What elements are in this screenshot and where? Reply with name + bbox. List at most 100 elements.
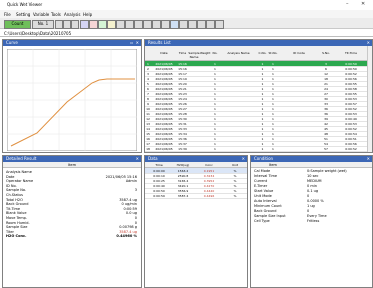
table-row[interactable]: 0:00:59 3587.4 0.4496% [145, 193, 247, 199]
condition-value: Fritless [307, 219, 320, 223]
count-button[interactable]: Count [4, 20, 31, 29]
condition-label: Unit Mode [254, 194, 272, 198]
graph-icon[interactable] [98, 20, 107, 29]
detail-value: 0 ug/min [121, 202, 137, 207]
condition-pane: Condition ✕ Item Cal Mode 0:Sample weight… [250, 155, 373, 288]
condition-value: 0.1 ug [307, 189, 319, 193]
export-icon[interactable] [134, 20, 143, 29]
condition-value: Every Time [307, 214, 327, 218]
results-column-header[interactable]: ID Code [278, 51, 320, 55]
detail-value: 0 [134, 216, 137, 220]
results-column-header[interactable]: Sample Name [188, 51, 200, 59]
condition-value: MEDIUM [307, 179, 322, 183]
results-column-header[interactable]: Tit.Time [332, 51, 370, 55]
maximize-icon[interactable]: ▫ [130, 40, 133, 46]
table-cell: 1 [261, 147, 264, 151]
detail-value: 0.44960 % [116, 234, 137, 239]
edit-icon[interactable] [80, 20, 89, 29]
condition-pane-title: Condition [254, 156, 274, 161]
data-column-header[interactable]: Time [147, 163, 171, 167]
settings-icon[interactable] [179, 20, 188, 29]
arrow-left-icon[interactable] [55, 20, 63, 29]
toolbar: Count No. 1 [0, 18, 373, 29]
menu-tools[interactable]: Tools [51, 12, 61, 17]
help-icon[interactable] [215, 20, 224, 29]
open-icon[interactable] [125, 20, 134, 29]
path-bar: C:\Users\Desktop\Data\20210705 [0, 29, 373, 37]
sample-number-field[interactable]: No. 1 [32, 20, 54, 29]
results-column-header[interactable]: Date [151, 51, 177, 55]
minimize-icon[interactable]: – [346, 1, 349, 7]
detailed-body: Analysis Name Date 2021/06/05 15:16 Operato… [3, 169, 141, 287]
menu-bar: File Setting Variable Tools Analysis Hel… [0, 10, 373, 18]
results-column-header[interactable]: Time [177, 51, 188, 55]
import-icon[interactable] [143, 20, 152, 29]
refresh-icon[interactable] [71, 20, 79, 29]
results-column-header[interactable]: Analysis Name [220, 51, 257, 55]
detail-label: Room Humid. [6, 220, 30, 225]
condition-value: 1 ug [307, 204, 315, 208]
data-column-header[interactable]: Conc [197, 163, 221, 167]
detail-value: Admin [125, 179, 137, 184]
condition-label: Interval Time [254, 174, 278, 178]
delete-icon[interactable] [89, 20, 98, 29]
detail-value: 0.00798 g [119, 225, 137, 230]
menu-file[interactable]: File [4, 12, 11, 17]
arrow-right-icon[interactable] [63, 20, 71, 29]
results-pane-title: Results List [148, 40, 171, 45]
curve-pane-title: Curve [6, 40, 18, 45]
detail-label: Date [6, 174, 15, 179]
search-icon[interactable] [161, 20, 170, 29]
chart-icon[interactable] [170, 20, 179, 29]
data-pane: Data ✕ Time H2O(ug) Conc Unit 0:00:00 1563.2… [144, 155, 248, 288]
results-pane: Results List ✕ Date Time Sample Name Weight… [144, 39, 373, 153]
results-column-header[interactable]: S.No. [320, 51, 332, 55]
menu-analysis[interactable]: Analysis [64, 12, 80, 17]
condition-label: Cal Mode [254, 169, 271, 173]
condition-value: 0 [307, 209, 310, 213]
results-column-header[interactable]: C.No. [257, 51, 268, 55]
save-icon[interactable] [116, 20, 125, 29]
detailed-pane-title: Detailed Result [6, 156, 37, 161]
menu-variable[interactable]: Variable [33, 12, 49, 17]
detail-value: 0 [134, 220, 137, 225]
data-column-header[interactable]: H2O(ug) [171, 163, 195, 167]
table-row[interactable]: 18 2021/06/05 15:39 1 1 1 57 0:00:52 [145, 146, 368, 152]
close-icon[interactable]: ✕ [361, 1, 365, 7]
detail-label: Sample Size [6, 225, 28, 230]
results-column-header[interactable]: Weight [200, 51, 210, 55]
results-scrollbar[interactable] [367, 46, 372, 152]
condition-value: 0.0000 % [307, 199, 324, 203]
results-column-header[interactable]: No. [210, 51, 220, 55]
data-body: 0:00:00 1563.2 0.1951% 0:00:10 2590.8 0.3234%… [145, 168, 247, 287]
condition-value: 0 [307, 194, 310, 198]
zoom-icon[interactable] [206, 20, 215, 29]
condition-label: Cell Type [254, 219, 270, 223]
curve-plot [7, 49, 137, 151]
detail-label: Blank Value [6, 211, 27, 216]
data-pane-title: Data [148, 156, 158, 161]
window-titlebar: Quick Wet Viewer – ✕ [0, 0, 373, 10]
results-column-header[interactable]: St.No. [268, 51, 278, 55]
data-column-header[interactable]: Unit [223, 163, 247, 167]
window-icon[interactable] [188, 20, 197, 29]
detail-label: Analysis Name [6, 170, 32, 174]
condition-label: Back Ground [254, 209, 277, 213]
detail-label: Titer [6, 229, 14, 234]
menu-setting[interactable]: Setting [16, 12, 30, 17]
table-cell: 1 [272, 147, 274, 151]
condition-label: Auto Interval [254, 199, 277, 203]
layout-icon[interactable] [197, 20, 206, 29]
detail-value: 0.0 ug [125, 211, 137, 216]
menu-help[interactable]: Help [83, 12, 92, 17]
print-icon[interactable] [107, 20, 116, 29]
detail-label: Sample No. [6, 188, 27, 193]
table-cell: 0.4496 [203, 194, 215, 198]
detail-label: Move Temp. [6, 216, 27, 220]
filter-icon[interactable] [152, 20, 161, 29]
detail-value: 3587.4 ug [119, 197, 137, 202]
condition-label: E-Timer [254, 184, 268, 188]
detail-label: Ch.Status [6, 193, 23, 197]
close-icon[interactable]: ✕ [136, 40, 139, 46]
detailed-pane: Detailed Result ✕ Item Analysis Name Date… [2, 155, 142, 288]
